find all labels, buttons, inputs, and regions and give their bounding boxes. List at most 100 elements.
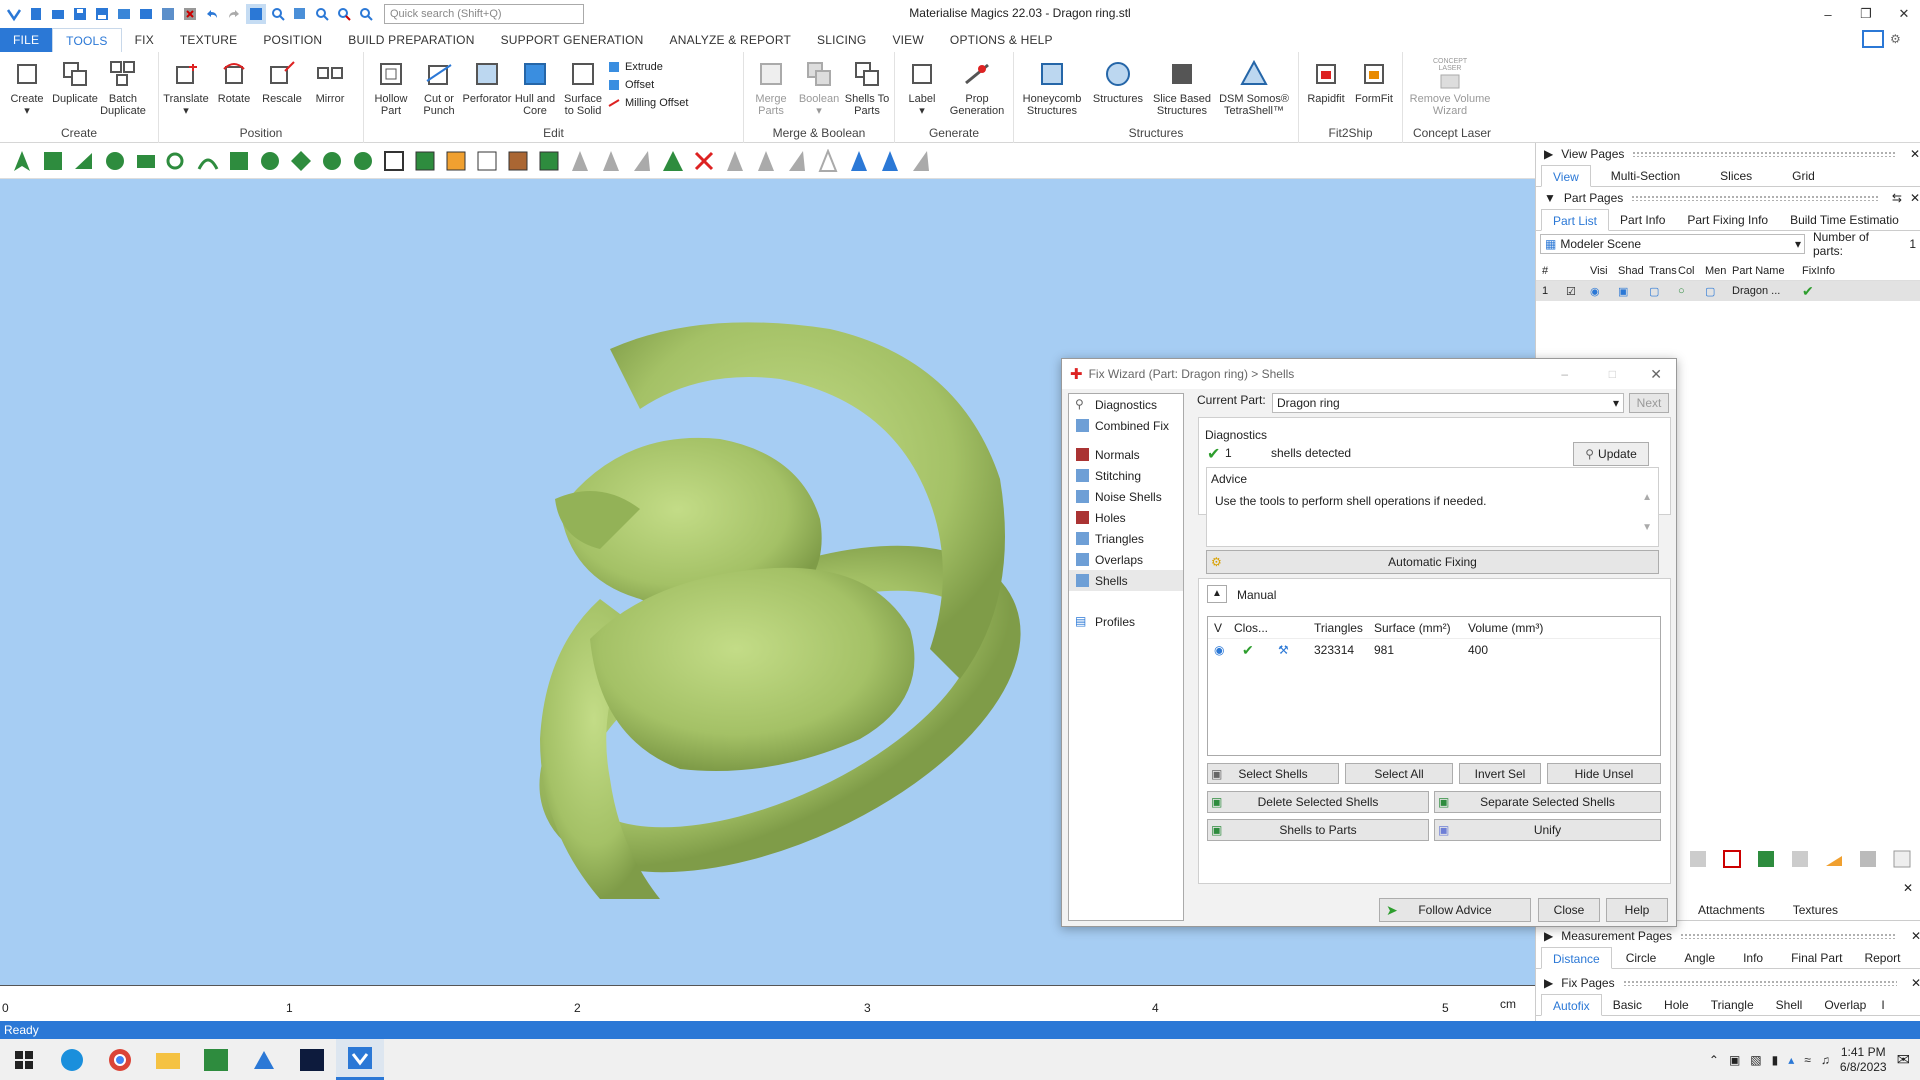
menu-tools[interactable]: TOOLS <box>52 28 122 52</box>
menu-slicing[interactable]: SLICING <box>804 28 879 52</box>
taskbar-magics[interactable] <box>336 1039 384 1080</box>
mark-icon-10[interactable] <box>878 149 902 173</box>
menu-texture[interactable]: TEXTURE <box>167 28 250 52</box>
nav-overlaps[interactable]: Overlaps <box>1069 549 1183 570</box>
mark-icon-8[interactable] <box>816 148 840 173</box>
tab-info[interactable]: Info <box>1729 947 1777 969</box>
select-curve-icon[interactable] <box>196 149 220 173</box>
scene-select[interactable]: ▦ Modeler Scene ▾ <box>1540 234 1805 254</box>
delete-selected-shells-button[interactable]: ▣ Delete Selected Shells <box>1207 791 1429 813</box>
menu-support-generation[interactable]: SUPPORT GENERATION <box>488 28 657 52</box>
select-shell-icon[interactable] <box>227 149 251 173</box>
scroll-up-icon[interactable]: ▲ <box>1642 492 1652 503</box>
follow-advice-button[interactable]: ➤ Follow Advice <box>1379 898 1531 922</box>
parts-tool-icon-3[interactable] <box>1755 848 1777 870</box>
dialog-close-button[interactable]: ✕ <box>1650 366 1662 383</box>
menu-view[interactable]: VIEW <box>879 28 936 52</box>
mesh-icon[interactable]: ▢ <box>1705 285 1732 298</box>
mark-icon-7[interactable] <box>785 149 809 173</box>
select-triangle-icon[interactable] <box>41 149 65 173</box>
notifications-icon[interactable]: ✉ <box>1897 1050 1910 1070</box>
minimize-button[interactable]: – <box>1812 0 1844 28</box>
wifi-icon[interactable]: ≈ <box>1804 1053 1811 1067</box>
tab-overlap[interactable]: Overlap <box>1813 994 1877 1016</box>
select-surface-icon[interactable] <box>258 149 282 173</box>
part-name[interactable]: Dragon ... <box>1732 285 1802 297</box>
zoom-out-icon[interactable] <box>334 4 354 24</box>
undo-icon[interactable] <box>202 4 222 24</box>
settings-icon[interactable]: ⚙ <box>1890 32 1901 46</box>
extrude-button[interactable]: Extrude <box>607 60 688 74</box>
visible-eye-icon[interactable]: ◉ <box>1590 285 1618 298</box>
table-row[interactable]: ◉ ✔ ⚒ 323314 981 400 <box>1208 639 1660 661</box>
parts-tool-icon-1[interactable] <box>1687 848 1709 870</box>
taskbar-chrome[interactable] <box>96 1039 144 1080</box>
fix-pages-header[interactable]: ▶ Fix Pages ✕ <box>1536 972 1920 994</box>
layout-icon[interactable] <box>1862 30 1884 48</box>
tab-part-info[interactable]: Part Info <box>1609 209 1676 231</box>
save-all-icon[interactable] <box>92 4 112 24</box>
tab-final-part[interactable]: Final Part <box>1777 947 1856 969</box>
tab-build-time-estimation[interactable]: Build Time Estimatio <box>1779 209 1910 231</box>
taskbar-app-green[interactable] <box>192 1039 240 1080</box>
tray-app-icon[interactable]: ▣ <box>1729 1053 1740 1067</box>
mark-icon-4[interactable] <box>661 149 685 173</box>
select-shells-button[interactable]: ▣ Select Shells <box>1207 763 1339 784</box>
menu-build-preparation[interactable]: BUILD PREPARATION <box>335 28 487 52</box>
shells-to-parts-button[interactable]: ▣ Shells to Parts <box>1207 819 1429 841</box>
automatic-fixing-button[interactable]: ⚙ Automatic Fixing <box>1206 550 1659 574</box>
separate-selected-shells-button[interactable]: ▣ Separate Selected Shells <box>1434 791 1661 813</box>
select-box-icon[interactable] <box>134 149 158 173</box>
tab-grid[interactable]: Grid <box>1772 165 1835 187</box>
tab-report[interactable]: Report <box>1856 947 1908 969</box>
taskbar-edge[interactable] <box>48 1039 96 1080</box>
tab-slices[interactable]: Slices <box>1700 165 1772 187</box>
menu-analyze-report[interactable]: ANALYZE & REPORT <box>657 28 804 52</box>
checkbox[interactable]: ☑ <box>1566 285 1590 298</box>
close-icon[interactable]: ✕ <box>1910 191 1920 205</box>
tab-more[interactable]: I <box>1877 994 1888 1016</box>
view-pages-header[interactable]: ▶ View Pages ✕ <box>1536 143 1920 165</box>
close-icon[interactable]: ✕ <box>1910 147 1920 161</box>
app-menu-icon[interactable] <box>4 4 24 24</box>
transparent-icon[interactable]: ▢ <box>1649 285 1678 298</box>
zoom-icon[interactable] <box>312 4 332 24</box>
start-button[interactable] <box>0 1039 48 1080</box>
open-file-icon[interactable] <box>48 4 68 24</box>
close-file-icon[interactable] <box>180 4 200 24</box>
save-as-icon[interactable] <box>158 4 178 24</box>
select-wall-icon[interactable] <box>289 149 313 173</box>
close-window-button[interactable]: ✕ <box>1888 0 1920 28</box>
update-button[interactable]: ⚲ Update <box>1573 442 1649 466</box>
milling-offset-button[interactable]: Milling Offset <box>607 96 688 110</box>
nav-combined-fix[interactable]: Combined Fix <box>1069 415 1183 436</box>
zoom-part-icon[interactable] <box>290 4 310 24</box>
close-icon[interactable]: ✕ <box>1911 929 1920 943</box>
tab-autofix[interactable]: Autofix <box>1541 993 1602 1016</box>
taskbar-photoshop[interactable] <box>288 1039 336 1080</box>
unmark-icon[interactable] <box>692 149 716 173</box>
nav-noise-shells[interactable]: Noise Shells <box>1069 486 1183 507</box>
mark-icon-6[interactable] <box>754 149 778 173</box>
tab-multi-section[interactable]: Multi-Section <box>1591 165 1700 187</box>
tab-view[interactable]: View <box>1541 164 1591 187</box>
select-cylinder-icon[interactable] <box>351 149 375 173</box>
parts-tool-icon-2[interactable] <box>1721 848 1743 870</box>
current-part-select[interactable]: Dragon ring ▾ <box>1272 393 1624 413</box>
tab-circle[interactable]: Circle <box>1612 947 1671 969</box>
menu-options-help[interactable]: OPTIONS & HELP <box>937 28 1066 52</box>
tab-part-fixing-info[interactable]: Part Fixing Info <box>1676 209 1779 231</box>
offset-button[interactable]: Offset <box>607 78 688 92</box>
parts-tool-icon-7[interactable] <box>1891 848 1913 870</box>
nav-holes[interactable]: Holes <box>1069 507 1183 528</box>
menu-position[interactable]: POSITION <box>250 28 335 52</box>
visible-eye-icon[interactable]: ◉ <box>1208 643 1234 657</box>
mark-icon-9[interactable] <box>847 149 871 173</box>
tray-battery-icon[interactable]: ▮ <box>1772 1053 1779 1067</box>
unify-button[interactable]: ▣ Unify <box>1434 819 1661 841</box>
mark-icon-5[interactable] <box>723 149 747 173</box>
measurement-pages-header[interactable]: ▶ Measurement Pages ✕ <box>1536 925 1920 947</box>
close-button[interactable]: Close <box>1538 898 1600 922</box>
hide-unsel-button[interactable]: Hide Unsel <box>1547 763 1661 784</box>
part-pages-header[interactable]: ▼ Part Pages ⇆ ✕ <box>1536 187 1920 209</box>
